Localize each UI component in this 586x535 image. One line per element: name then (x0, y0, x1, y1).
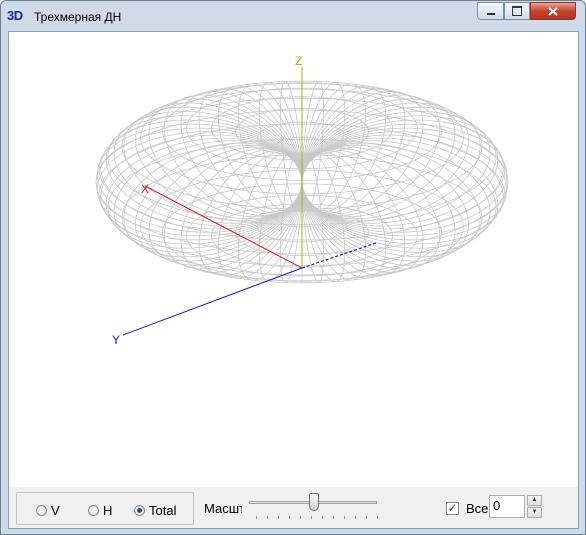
minimize-icon (486, 13, 495, 15)
title-bar[interactable]: 3D Трехмерная ДН (1, 1, 585, 31)
radio-v-indicator[interactable] (36, 505, 47, 516)
y-axis-label: Y (112, 333, 120, 347)
slider-tick (278, 516, 279, 519)
maximize-icon (512, 6, 522, 16)
close-button[interactable] (530, 2, 576, 20)
spin-down-button[interactable]: ▼ (527, 507, 542, 518)
radio-total-indicator[interactable] (134, 505, 145, 516)
scale-slider-thumb[interactable] (309, 493, 319, 511)
close-icon (548, 6, 558, 16)
polarization-group: V H Total (16, 492, 194, 525)
slider-tick (300, 516, 301, 519)
checkmark-icon: ✓ (447, 501, 458, 515)
spin-buttons: ▲ ▼ (527, 495, 542, 518)
window: 3D Трехмерная ДН Z X Y V H Total Масш ✓ Вс… (0, 0, 586, 535)
maximize-button[interactable] (504, 2, 530, 20)
window-title: Трехмерная ДН (34, 10, 122, 24)
slider-tick (366, 516, 367, 519)
spin-up-button[interactable]: ▲ (527, 495, 542, 506)
slider-tick (333, 516, 334, 519)
slider-tick (344, 516, 345, 519)
all-checkbox[interactable]: ✓ (446, 502, 459, 515)
radio-v[interactable]: V (36, 503, 60, 518)
z-axis-label: Z (295, 54, 302, 68)
slider-tick (256, 516, 257, 519)
slider-tick (322, 516, 323, 519)
all-checkbox-label: Все (466, 501, 488, 516)
minimize-button[interactable] (477, 2, 504, 20)
spin-input[interactable]: 0 (489, 495, 525, 518)
radio-h-indicator[interactable] (88, 505, 99, 516)
slider-tick (289, 516, 290, 519)
bottom-toolbar: V H Total Масштаб ✓ Все 0 ▲ (9, 487, 578, 528)
x-axis-label: X (141, 182, 149, 196)
y-axis (122, 267, 303, 336)
slider-tick (377, 516, 378, 519)
slider-tick (355, 516, 356, 519)
radio-h[interactable]: H (88, 503, 112, 518)
radio-total[interactable]: Total (134, 503, 176, 518)
slider-tick (311, 516, 312, 519)
scale-label: Масштаб (204, 501, 242, 516)
slider-tick (267, 516, 268, 519)
app-3d-icon: 3D (7, 8, 23, 23)
radio-total-label: Total (149, 503, 177, 518)
client-area: Z X Y V H Total Масштаб (8, 31, 579, 529)
radiation-pattern-3d: Z X Y (95, 54, 509, 347)
radio-v-label: V (51, 503, 60, 518)
radio-h-label: H (103, 503, 113, 518)
3d-viewport[interactable]: Z X Y (9, 32, 578, 487)
